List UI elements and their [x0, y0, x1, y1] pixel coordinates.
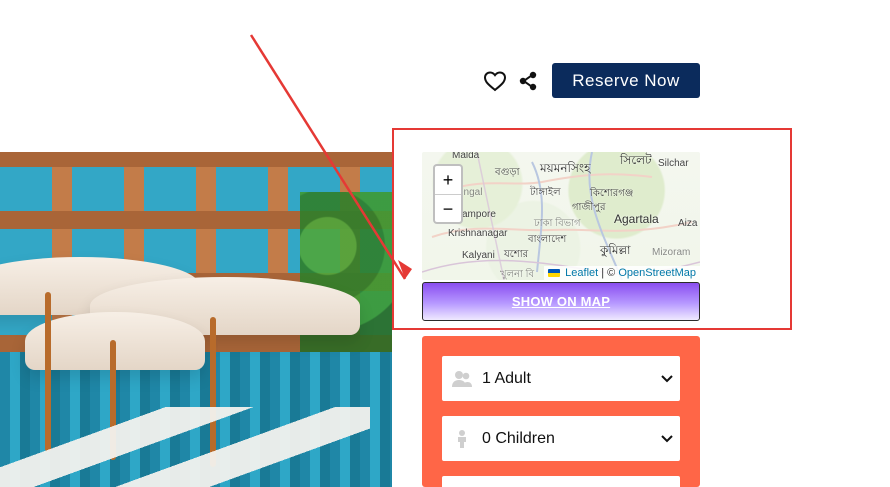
map-label: সিলেট	[620, 153, 652, 167]
adults-select[interactable]: 1 Adult	[442, 356, 680, 401]
map-label: Krishnanagar	[448, 228, 508, 239]
map-label: Silchar	[658, 158, 689, 169]
users-icon	[442, 370, 482, 388]
heart-icon	[483, 71, 507, 92]
map-label: Malda	[452, 152, 480, 161]
map-label: Kalyani	[462, 250, 495, 261]
map-label: কুমিল্লা	[600, 243, 631, 257]
map-label: টাঙ্গাইল	[530, 187, 561, 198]
map-label: কিশোরগঞ্জ	[590, 188, 634, 199]
hotel-photo	[0, 152, 392, 487]
map-zoom-control: + −	[433, 164, 463, 224]
photo-sun-loungers	[0, 407, 370, 487]
next-select-partial[interactable]	[442, 476, 680, 487]
map-attribution: Leaflet | © OpenStreetMap	[544, 266, 700, 280]
map-label: ঢাকা বিভাগ	[534, 218, 581, 229]
child-icon	[442, 429, 482, 449]
zoom-in-button[interactable]: +	[435, 166, 461, 195]
map-label: ময়মনসিংহ	[540, 161, 591, 175]
map-label: যশোর	[504, 249, 529, 260]
openstreetmap-link[interactable]: OpenStreetMap	[618, 267, 696, 279]
zoom-out-button[interactable]: −	[435, 195, 461, 223]
ukraine-flag-icon	[548, 269, 561, 278]
adults-select-value: 1 Adult	[482, 369, 531, 387]
map-label: বাংলাদেশ	[528, 234, 567, 245]
children-select[interactable]: 0 Children	[442, 416, 680, 461]
booking-panel: 1 Adult 0 Children	[422, 336, 700, 487]
children-select-value: 0 Children	[482, 429, 555, 447]
share-icon	[519, 71, 537, 91]
map-label: ampore	[462, 209, 496, 220]
leaflet-link[interactable]: Leaflet	[565, 267, 598, 279]
show-on-map-button[interactable]: SHOW ON MAP	[422, 282, 700, 321]
map-label: Agartala	[614, 212, 659, 226]
map-label: খুলনা বি	[500, 269, 535, 280]
share-button[interactable]	[515, 68, 541, 94]
chevron-down-icon	[654, 374, 680, 383]
map-widget[interactable]: Malda বগুড়া ময়মনসিংহ সিলেট Silchar eng…	[422, 152, 700, 280]
photo-greenery	[300, 192, 392, 372]
favorite-button[interactable]	[482, 68, 508, 94]
map-label: Aiza	[678, 218, 698, 229]
attribution-separator: | ©	[601, 267, 616, 279]
map-label: বগুড়া	[495, 167, 520, 178]
reserve-now-button[interactable]: Reserve Now	[552, 63, 700, 98]
chevron-down-icon	[654, 434, 680, 443]
map-label: Mizoram	[652, 247, 691, 258]
